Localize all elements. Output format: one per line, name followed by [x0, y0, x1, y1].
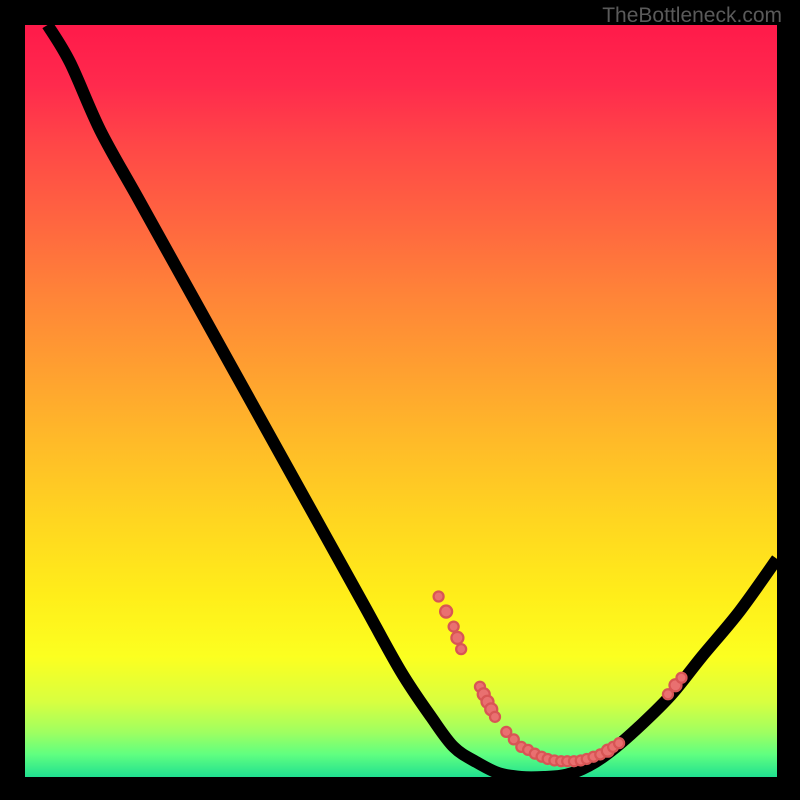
chart-plot-area	[25, 25, 777, 777]
bottleneck-curve	[48, 25, 777, 777]
chart-svg	[25, 25, 777, 777]
watermark-text: TheBottleneck.com	[602, 4, 782, 28]
data-point	[440, 606, 452, 618]
data-point	[456, 644, 466, 654]
data-point	[676, 673, 686, 683]
data-point	[490, 712, 500, 722]
data-point	[451, 632, 463, 644]
data-point	[449, 622, 459, 632]
chart-data-points	[434, 592, 687, 767]
data-point	[614, 738, 624, 748]
data-point	[434, 592, 444, 602]
